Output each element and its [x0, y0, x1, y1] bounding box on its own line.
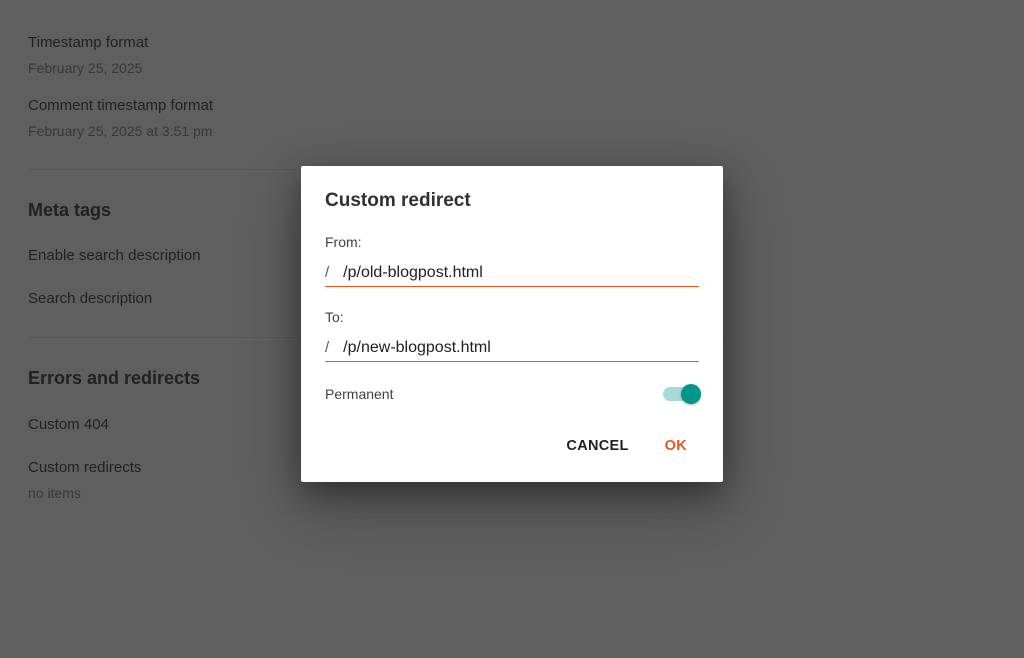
from-label: From:	[325, 234, 699, 250]
to-field: To: /	[325, 309, 699, 362]
from-prefix: /	[325, 264, 329, 281]
dialog-title: Custom redirect	[325, 190, 699, 212]
to-prefix: /	[325, 339, 329, 356]
ok-button[interactable]: OK	[661, 432, 691, 460]
from-input[interactable]	[343, 264, 699, 282]
permanent-row: Permanent	[325, 384, 699, 404]
to-input-row: /	[325, 339, 699, 362]
dialog-actions: CANCEL OK	[325, 422, 699, 470]
permanent-toggle[interactable]	[663, 384, 699, 404]
to-label: To:	[325, 309, 699, 325]
permanent-label: Permanent	[325, 386, 393, 402]
from-field: From: /	[325, 234, 699, 287]
custom-redirect-dialog: Custom redirect From: / To: / Permanent …	[301, 166, 723, 482]
to-input[interactable]	[343, 339, 699, 357]
toggle-thumb	[681, 384, 701, 404]
from-input-row: /	[325, 264, 699, 287]
cancel-button[interactable]: CANCEL	[562, 432, 632, 460]
